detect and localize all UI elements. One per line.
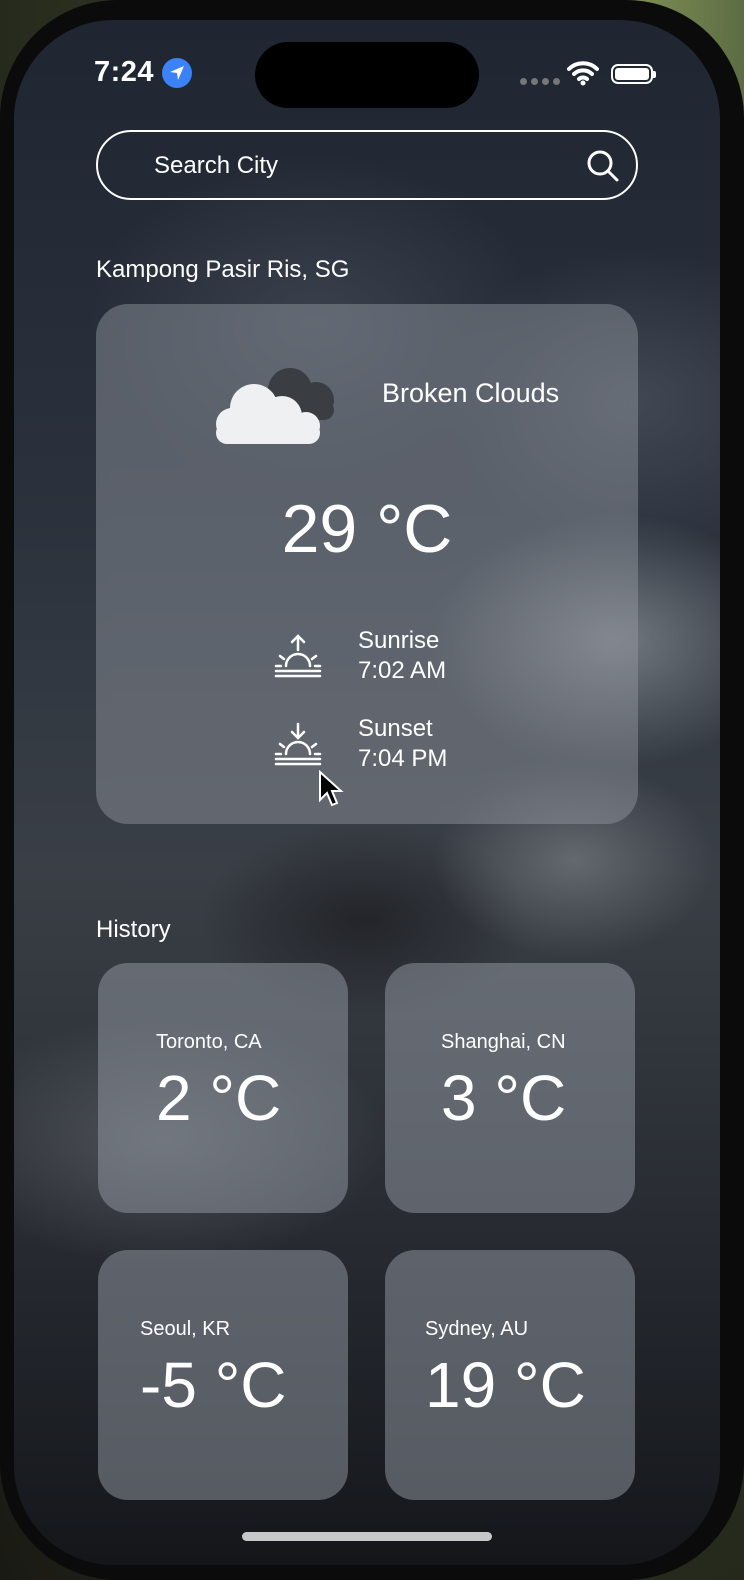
broken-clouds-icon <box>216 368 334 444</box>
home-indicator[interactable] <box>242 1532 492 1541</box>
current-weather-card: Broken Clouds 29 °C Sunrise 7:02 AM Suns… <box>96 304 638 824</box>
battery-icon <box>611 64 656 84</box>
wifi-icon <box>567 61 599 86</box>
sunrise-row: Sunrise 7:02 AM <box>274 626 446 686</box>
history-city: Sydney, AU <box>425 1318 529 1340</box>
history-card-shanghai[interactable]: Shanghai, CN 3 °C <box>385 963 635 1213</box>
history-city: Shanghai, CN <box>441 1031 566 1053</box>
history-card-seoul[interactable]: Seoul, KR -5 °C <box>98 1250 348 1500</box>
history-temperature: 2 °C <box>156 1062 282 1134</box>
sunrise-time: 7:02 AM <box>358 657 447 684</box>
sunset-row: Sunset 7:04 PM <box>274 714 447 774</box>
app-screen: 7:24 Kampong Pasir Ris, SG <box>14 20 720 1565</box>
phone-frame: 7:24 Kampong Pasir Ris, SG <box>0 0 744 1580</box>
sunrise-label: Sunrise <box>358 627 440 654</box>
history-card-sydney[interactable]: Sydney, AU 19 °C <box>385 1250 635 1500</box>
search-input[interactable] <box>152 132 556 200</box>
history-city: Seoul, KR <box>140 1318 231 1340</box>
history-temperature: -5 °C <box>140 1349 287 1421</box>
search-icon[interactable] <box>586 149 620 183</box>
history-heading: History <box>96 916 171 943</box>
current-location-label: Kampong Pasir Ris, SG <box>96 256 350 283</box>
weather-condition: Broken Clouds <box>382 378 560 408</box>
search-bar[interactable] <box>96 130 638 200</box>
history-temperature: 19 °C <box>425 1349 586 1421</box>
status-time: 7:24 <box>94 56 155 88</box>
history-card-toronto[interactable]: Toronto, CA 2 °C <box>98 963 348 1213</box>
sunset-label: Sunset <box>358 715 433 742</box>
history-city: Toronto, CA <box>156 1031 262 1053</box>
sunset-icon <box>274 722 322 766</box>
sunrise-icon <box>274 634 322 678</box>
dynamic-island <box>255 42 479 108</box>
location-arrow-icon <box>162 58 192 88</box>
cellular-signal-icon <box>520 78 560 85</box>
sunset-time: 7:04 PM <box>358 745 448 772</box>
history-temperature: 3 °C <box>441 1062 567 1134</box>
mouse-pointer-icon <box>319 770 344 807</box>
current-temperature: 29 °C <box>281 491 453 567</box>
